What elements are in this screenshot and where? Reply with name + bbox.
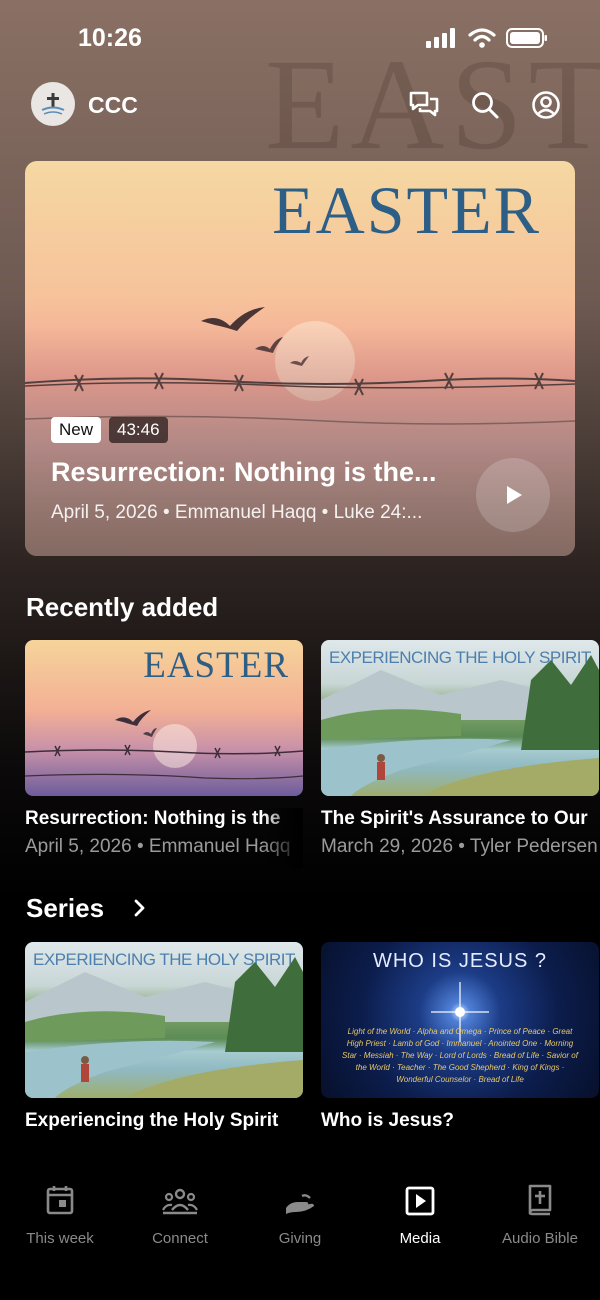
profile-button[interactable] <box>529 88 563 122</box>
cross-logo-icon <box>41 93 65 115</box>
nav-media[interactable]: Media <box>360 1180 480 1300</box>
recent-title: The Spirit's Assurance to Our <box>321 808 588 829</box>
series-card[interactable]: WHO IS JESUS ? Light of the World · Alph… <box>321 942 599 1132</box>
status-time: 10:26 <box>78 24 142 52</box>
thumbnail-art-title: EASTER <box>143 645 289 686</box>
nav-audio-bible[interactable]: Audio Bible <box>480 1180 600 1300</box>
brand-name: CCC <box>88 92 138 118</box>
recent-thumbnail: EASTER <box>25 640 303 796</box>
nav-this-week[interactable]: This week <box>0 1180 120 1300</box>
search-button[interactable] <box>468 88 502 122</box>
birds-barbed-wire-art <box>25 710 303 780</box>
nav-label: Audio Bible <box>502 1230 578 1247</box>
recent-title: Resurrection: Nothing is the <box>25 808 281 829</box>
recent-meta: April 5, 2026 • Emmanuel Haqq <box>25 836 291 857</box>
series-heading: Series <box>26 893 105 923</box>
bible-icon <box>528 1184 552 1216</box>
people-icon <box>162 1188 198 1215</box>
nav-label: Giving <box>278 1230 322 1247</box>
play-button[interactable] <box>476 458 550 532</box>
church-logo[interactable] <box>31 82 75 126</box>
play-square-icon <box>405 1186 435 1216</box>
series-card[interactable]: EXPERIENCING THE HOLY SPIRIT Experiencin… <box>25 942 303 1132</box>
featured-sermon-card[interactable]: EASTER New 43:46 Resurrection: Nothing i… <box>25 161 575 556</box>
nav-label: Connect <box>152 1230 208 1247</box>
status-bar: 10:26 <box>0 0 600 80</box>
app-header: CCC <box>0 82 600 130</box>
messages-button[interactable] <box>407 88 441 122</box>
series-title: Who is Jesus? <box>321 1110 455 1131</box>
recent-meta: March 29, 2026 • Tyler Pedersen <box>321 836 598 857</box>
recent-thumbnail: EXPERIENCING THE HOLY SPIRIT <box>321 640 599 796</box>
nav-label: This week <box>26 1230 94 1247</box>
signal-icon <box>426 28 455 48</box>
account-icon <box>532 91 560 119</box>
giving-hand-icon <box>286 1194 314 1214</box>
recently-added-heading: Recently added <box>26 592 219 622</box>
nav-connect[interactable]: Connect <box>120 1180 240 1300</box>
nav-label: Media <box>399 1230 441 1247</box>
series-thumbnail: WHO IS JESUS ? Light of the World · Alph… <box>321 942 599 1098</box>
chat-bubbles-icon <box>409 91 439 117</box>
search-icon <box>472 92 499 119</box>
river-landscape-art <box>321 655 599 796</box>
nav-giving[interactable]: Giving <box>240 1180 360 1300</box>
calendar-icon <box>46 1186 74 1215</box>
wifi-icon <box>468 28 496 48</box>
recent-card[interactable]: EASTER Resurrection: Nothing is the Apri… <box>25 640 303 868</box>
chevron-right-icon <box>134 899 145 917</box>
recent-card[interactable]: EXPERIENCING THE HOLY SPIRIT The Spirit'… <box>321 640 599 858</box>
battery-icon <box>506 28 547 48</box>
names-of-jesus-art: Light of the World · Alpha and Omega · P… <box>342 1027 578 1084</box>
hero-title: Resurrection: Nothing is the... <box>51 457 437 487</box>
duration-badge: 43:46 <box>109 417 168 443</box>
new-badge: New <box>51 417 102 443</box>
river-landscape-art <box>25 957 303 1098</box>
series-title: Experiencing the Holy Spirit <box>25 1110 279 1131</box>
bottom-nav: This week Connect Giving Media Audio Bib… <box>0 1180 600 1300</box>
hero-meta: April 5, 2026 • Emmanuel Haqq • Luke 24:… <box>51 502 423 523</box>
play-icon <box>507 486 522 504</box>
hero-art-title: EASTER <box>272 172 541 248</box>
series-thumbnail: EXPERIENCING THE HOLY SPIRIT <box>25 942 303 1098</box>
series-see-all-button[interactable] <box>130 896 150 925</box>
